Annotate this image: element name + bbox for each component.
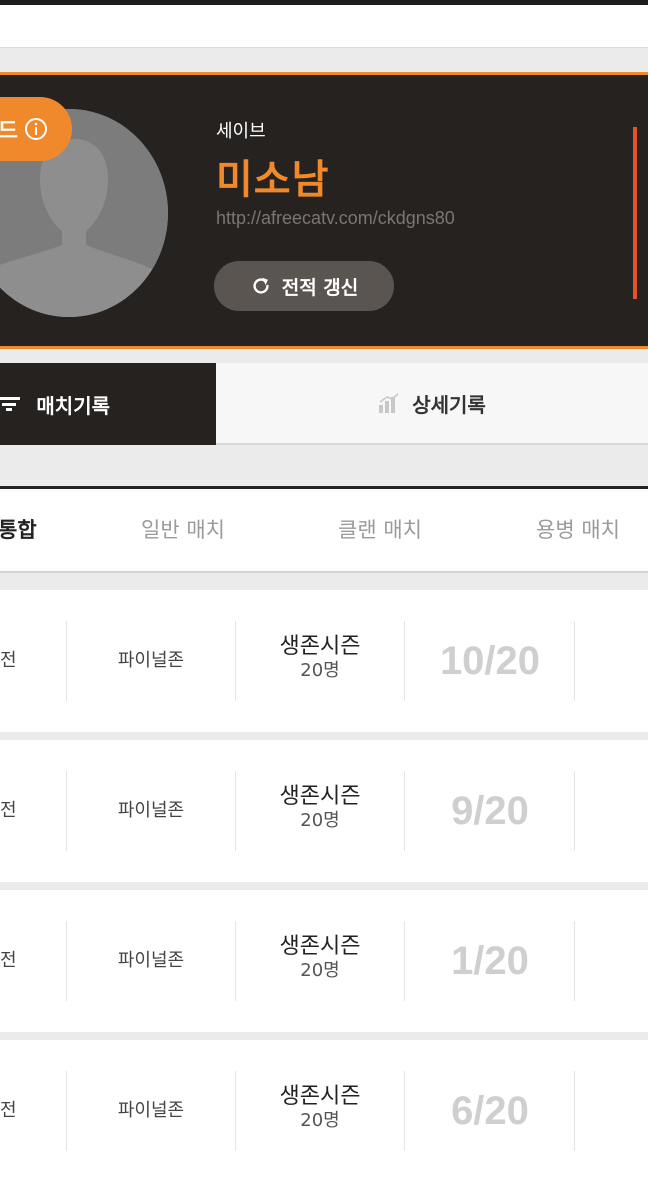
search-bar[interactable] [0,5,648,48]
filter-mercenary-match[interactable]: 용병 매치 [536,489,620,571]
info-icon[interactable] [24,117,48,141]
match-type: 생존시즌 20명 [236,934,404,982]
tab-detail-records-label: 상세기록 [412,392,486,417]
tier-badge[interactable]: 드 [0,97,72,161]
match-type: 생존시즌 20명 [236,1084,404,1132]
match-row[interactable]: 전 파이널존 생존시즌 20명 6/20 [0,1040,648,1182]
match-type-name: 생존시즌 [279,784,361,809]
list-icon [0,397,21,411]
match-mode: 전 [0,650,17,671]
filter-clan-match[interactable]: 클랜 매치 [338,489,422,571]
refresh-stats-label: 전적 갱신 [281,276,359,299]
match-type-name: 생존시즌 [279,1084,361,1109]
column-divider [574,621,575,701]
match-player-count: 20명 [300,960,340,981]
filter-normal-match[interactable]: 일반 매치 [141,489,225,571]
match-type-name: 생존시즌 [279,934,361,959]
match-mode: 전 [0,800,17,821]
match-mode: 전 [0,1100,17,1121]
match-mode: 전 [0,950,17,971]
match-rank: 1/20 [451,939,529,983]
match-map: 파이널존 [117,1100,185,1121]
tab-match-records[interactable]: 매치기록 [0,363,216,445]
filter-all[interactable]: 통합 [0,489,37,571]
bar-chart-icon [379,393,399,413]
refresh-icon [253,277,269,294]
tier-badge-label: 드 [0,113,18,145]
column-divider [574,921,575,1001]
match-type-name: 생존시즌 [279,634,361,659]
match-map: 파이널존 [117,800,185,821]
match-type-filter: 통합 일반 매치 클랜 매치 용병 매치 [0,486,648,573]
accent-divider [633,127,637,299]
match-map: 파이널존 [117,950,185,971]
match-type: 생존시즌 20명 [236,784,404,832]
column-divider [574,1071,575,1151]
tab-detail-records[interactable]: 상세기록 [216,363,648,445]
match-rank: 6/20 [451,1089,529,1133]
match-player-count: 20명 [300,660,340,681]
match-player-count: 20명 [300,1110,340,1131]
record-tabs: 매치기록 상세기록 [0,363,648,445]
match-map: 파이널존 [117,650,185,671]
tab-match-records-label: 매치기록 [36,393,110,418]
match-rank: 10/20 [439,639,541,683]
channel-url[interactable]: http://afreecatv.com/ckdgns80 [216,208,455,229]
profile-card: 드 세이브 미소남 http://afreecatv.com/ckdgns80 … [0,72,648,349]
match-type: 생존시즌 20명 [236,634,404,682]
player-nickname: 미소남 [216,157,330,203]
match-player-count: 20명 [300,810,340,831]
team-name: 세이브 [216,121,266,142]
match-row[interactable]: 전 파이널존 생존시즌 20명 1/20 [0,890,648,1032]
column-divider [574,771,575,851]
match-rank: 9/20 [451,789,529,833]
match-row[interactable]: 전 파이널존 생존시즌 20명 10/20 [0,590,648,732]
match-row[interactable]: 전 파이널존 생존시즌 20명 9/20 [0,740,648,882]
refresh-stats-button[interactable]: 전적 갱신 [214,261,394,311]
